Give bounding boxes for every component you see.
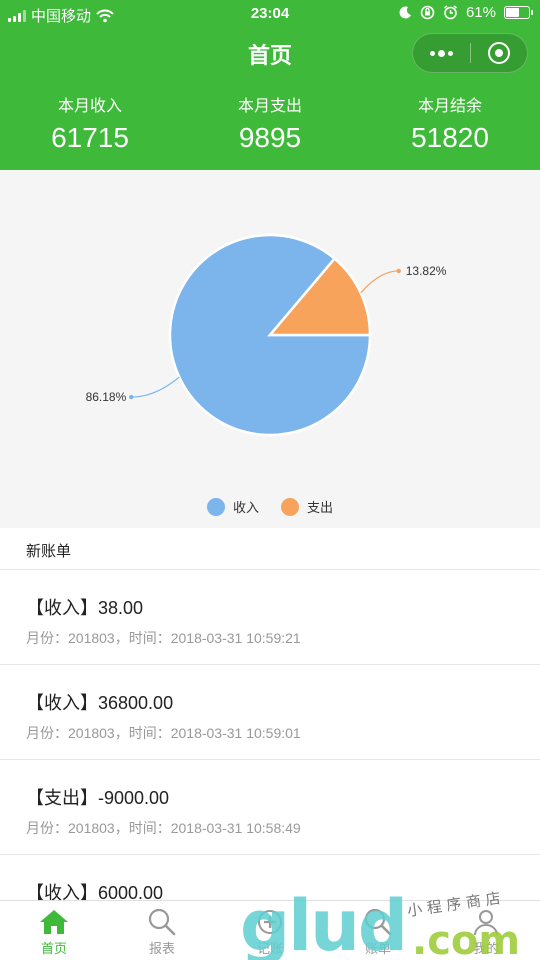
- section-title: 新账单: [26, 543, 72, 560]
- legend-swatch-expense: [281, 497, 299, 516]
- legend-item-expense[interactable]: 支出: [281, 497, 333, 516]
- bill-meta: 月份：201803，时间：2018-03-31 10:59:01: [26, 725, 301, 741]
- summary-value: 9895: [238, 122, 302, 153]
- bill-amount: 【支出】-9000.00: [26, 788, 170, 808]
- more-button[interactable]: [413, 34, 470, 72]
- summary-label: 本月支出: [237, 98, 302, 115]
- tab-bar: 首页 报表 记账 账单 我的: [0, 900, 540, 960]
- legend-swatch-income: [206, 497, 225, 516]
- bill-amount: 【收入】38.00: [26, 598, 144, 618]
- bill-amount: 【收入】36800.00: [26, 693, 174, 713]
- pie-label-dot: [129, 394, 134, 400]
- summary-label: 本月结余: [417, 98, 482, 115]
- pie-data-label: 13.82%: [406, 264, 447, 278]
- bill-list: 【收入】38.00 月份：201803，时间：2018-03-31 10:59:…: [0, 569, 540, 950]
- search-icon: [364, 908, 392, 936]
- target-icon: [487, 42, 510, 64]
- tab-label: 我的: [472, 941, 499, 956]
- summary-value: 61715: [51, 122, 129, 153]
- pie-label-line: [131, 376, 180, 398]
- pie-label-line: [360, 270, 399, 294]
- summary-value: 51820: [411, 122, 489, 153]
- orientation-lock-icon: [420, 5, 435, 20]
- pie-label-dot: [396, 268, 401, 274]
- status-right: 61%: [399, 4, 533, 21]
- tab-label: 报表: [148, 941, 175, 956]
- tab-label: 首页: [40, 941, 67, 956]
- monthly-summary: 本月收入 61715 本月支出 9895 本月结余 51820: [0, 92, 540, 154]
- bill-item[interactable]: 【收入】36800.00 月份：201803，时间：2018-03-31 10:…: [0, 665, 540, 760]
- tab-bills[interactable]: 账单: [324, 901, 432, 960]
- summary-expense: 本月支出 9895: [180, 92, 360, 154]
- chart-legend: 收入 支出: [0, 497, 540, 516]
- more-icon: [429, 49, 453, 57]
- tab-record[interactable]: 记账: [216, 901, 324, 960]
- user-icon: [474, 910, 498, 936]
- bill-item[interactable]: 【收入】38.00 月份：201803，时间：2018-03-31 10:59:…: [0, 570, 540, 665]
- tab-report[interactable]: 报表: [108, 901, 216, 960]
- tab-mine[interactable]: 我的: [432, 901, 540, 960]
- bill-meta: 月份：201803，时间：2018-03-31 10:58:49: [26, 820, 301, 836]
- summary-balance: 本月结余 51820: [360, 92, 540, 154]
- mini-program-capsule: [412, 33, 528, 73]
- tab-label: 账单: [364, 941, 391, 956]
- legend-label-income: 收入: [232, 500, 259, 515]
- tab-home[interactable]: 首页: [0, 901, 108, 960]
- bill-meta: 月份：201803，时间：2018-03-31 10:59:21: [26, 630, 301, 646]
- header: 中国移动 23:04 61% 首页 本月收入 61715 本月支出 9895 本…: [0, 0, 540, 170]
- tab-label: 记账: [256, 941, 283, 956]
- search-icon: [148, 908, 176, 936]
- pie-chart-area: 86.18% 13.82% 收入 支出: [0, 170, 540, 528]
- bill-item[interactable]: 【支出】-9000.00 月份：201803，时间：2018-03-31 10:…: [0, 760, 540, 855]
- summary-label: 本月收入: [57, 98, 122, 115]
- battery-icon: [504, 6, 533, 19]
- status-bar: 中国移动 23:04 61%: [0, 0, 540, 28]
- home-icon: [40, 910, 68, 934]
- summary-income: 本月收入 61715: [0, 92, 180, 154]
- battery-percent: 61%: [465, 4, 496, 21]
- pie-data-label: 86.18%: [86, 390, 127, 404]
- legend-item-income[interactable]: 收入: [206, 497, 259, 516]
- battery-fill: [506, 8, 519, 17]
- moon-icon: [399, 6, 411, 19]
- plus-icon: [258, 910, 282, 934]
- close-mini-program-button[interactable]: [470, 34, 527, 72]
- legend-label-expense: 支出: [307, 500, 334, 515]
- pie-chart: 86.18% 13.82%: [86, 233, 447, 437]
- alarm-icon: [443, 5, 457, 20]
